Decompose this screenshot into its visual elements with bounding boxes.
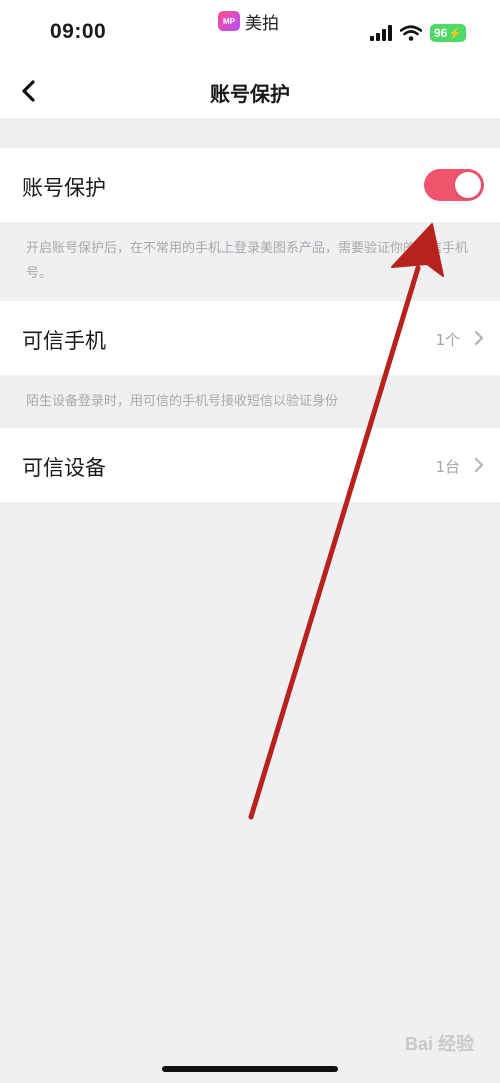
trusted-phone-count: 1个	[435, 331, 460, 349]
status-time: 09:00	[50, 20, 107, 43]
trusted-device-count: 1台	[435, 458, 460, 476]
app-name: 美拍	[245, 13, 279, 34]
signal-icon	[369, 25, 392, 41]
wifi-icon	[399, 25, 422, 41]
page-title: 账号保护	[210, 82, 290, 106]
nav-bar: 账号保护	[0, 64, 500, 118]
account-protection-label: 账号保护	[22, 176, 106, 200]
account-protection-row: 账号保护	[0, 148, 500, 222]
trusted-phone-hint: 陌生设备登录时，用可信的手机号接收短信以验证身份	[26, 394, 339, 409]
watermark: Bai 经验	[404, 1034, 474, 1054]
status-icons: 96 ⚡	[369, 24, 466, 42]
battery-icon: 96 ⚡	[429, 24, 466, 42]
app-logo-icon: MP	[218, 11, 240, 31]
trusted-device-row[interactable]: 可信设备 1台	[0, 428, 500, 502]
account-protection-hint: 开启账号保护后，在不常用的手机上登录美图系产品，需要验证你的可信手机号。	[26, 241, 469, 281]
status-bar: 09:00 MP 美拍 96 ⚡	[0, 0, 500, 64]
battery-level: 96	[433, 26, 448, 40]
trusted-device-label: 可信设备	[22, 456, 106, 480]
chevron-right-icon	[474, 330, 484, 346]
trusted-phone-label: 可信手机	[22, 329, 106, 353]
toggle-knob	[455, 172, 481, 198]
app-indicator: MP 美拍	[218, 10, 279, 34]
chevron-right-icon	[474, 457, 484, 473]
home-indicator[interactable]	[162, 1066, 338, 1072]
trusted-phone-row[interactable]: 可信手机 1个	[0, 301, 500, 375]
account-protection-toggle[interactable]	[424, 169, 484, 201]
